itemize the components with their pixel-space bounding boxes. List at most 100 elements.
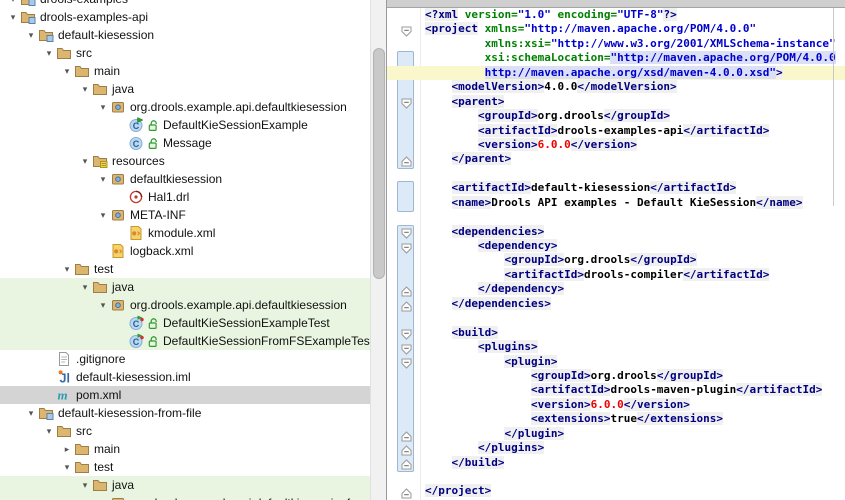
tree-row[interactable]: ▾defaultkiesession — [0, 170, 370, 188]
code-token — [425, 95, 452, 108]
code-token: </name> — [756, 196, 802, 209]
tree-row[interactable]: ▾default-kiesession-from-file — [0, 404, 370, 422]
tree-row[interactable]: CDefaultKieSessionFromFSExampleTest — [0, 332, 370, 350]
code-line: </plugin> — [387, 427, 845, 441]
code-token — [425, 427, 504, 440]
tree-row[interactable]: Jldefault-kiesession.iml — [0, 368, 370, 386]
tree-row[interactable]: Hal1.drl — [0, 188, 370, 206]
code-token: true — [610, 412, 637, 425]
tree-row[interactable]: CDefaultKieSessionExampleTest — [0, 314, 370, 332]
tree-row[interactable]: .gitignore — [0, 350, 370, 368]
code-token: encoding= — [557, 8, 617, 21]
tree-scrollbar-thumb[interactable] — [373, 48, 385, 279]
code-line: <version>6.0.0</version> — [387, 138, 845, 152]
tree-row[interactable]: ▾org.drools.example.api.defaultkiesessio… — [0, 296, 370, 314]
code-line: <artifactId>drools-maven-plugin</artifac… — [387, 383, 845, 397]
chevron-down-icon[interactable]: ▾ — [78, 278, 92, 296]
code-token — [425, 124, 478, 137]
code-line: <plugins> — [387, 340, 845, 354]
tree-row[interactable]: mpom.xml — [0, 386, 370, 404]
tree-row[interactable]: ▾META-INF — [0, 206, 370, 224]
code-token: <extensions> — [531, 412, 610, 425]
tree-row[interactable]: ▾java — [0, 476, 370, 494]
code-token: </build> — [452, 456, 505, 469]
code-token: default-kiesession — [531, 181, 650, 194]
code-token: </version> — [624, 398, 690, 411]
chevron-down-icon[interactable]: ▾ — [78, 80, 92, 98]
code-token: </plugins> — [478, 441, 544, 454]
tree-row[interactable]: ▾ java — [0, 80, 370, 98]
chevron-right-icon[interactable]: ▸ — [60, 440, 74, 458]
svg-text:m: m — [58, 388, 68, 403]
xml-file-icon — [128, 225, 144, 241]
chevron-down-icon[interactable]: ▾ — [42, 422, 56, 440]
tree-row[interactable]: CDefaultKieSessionExample — [0, 116, 370, 134]
code-token — [425, 109, 478, 122]
code-line: <groupId>org.drools</groupId> — [387, 109, 845, 123]
tree-row[interactable]: CMessage — [0, 134, 370, 152]
chevron-down-icon[interactable]: ▾ — [60, 62, 74, 80]
editor-pane[interactable]: <?xml version="1.0" encoding="UTF-8"?><p… — [387, 0, 845, 500]
chevron-down-icon[interactable]: ▾ — [78, 476, 92, 494]
code-token: </dependency> — [478, 282, 564, 295]
code-line: </project> — [387, 484, 845, 498]
code-token: <?xml — [425, 8, 458, 21]
tree-row[interactable]: ▾java — [0, 278, 370, 296]
tree-scrollbar-track[interactable] — [370, 0, 387, 500]
tree-row[interactable]: ▾org.drools.example.api.defaultkiesessio… — [0, 494, 370, 500]
tree-row[interactable]: ▾drools-examples-api — [0, 8, 370, 26]
chevron-down-icon[interactable]: ▾ — [6, 8, 20, 26]
code-token: "http://www.w3.org/2001/XMLSchema-instan… — [551, 37, 836, 50]
chevron-down-icon[interactable]: ▾ — [24, 404, 38, 422]
chevron-down-icon[interactable]: ▾ — [24, 26, 38, 44]
code-token: <name> — [452, 196, 492, 209]
unlocked-lock-icon — [148, 137, 159, 150]
code-area[interactable]: <?xml version="1.0" encoding="UTF-8"?><p… — [387, 8, 845, 499]
chevron-down-icon[interactable]: ▾ — [6, 0, 20, 8]
chevron-down-icon[interactable]: ▾ — [42, 44, 56, 62]
tree-item-label: org.drools.example.api.defaultkiesession — [130, 98, 353, 116]
code-token: <project — [425, 22, 478, 35]
chevron-down-icon[interactable]: ▾ — [96, 170, 110, 188]
code-token — [425, 297, 452, 310]
tree-row[interactable]: ▾default-kiesession — [0, 26, 370, 44]
tree-row[interactable]: logback.xml — [0, 242, 370, 260]
code-token: <dependencies> — [452, 225, 545, 238]
code-line-highlighted: http://maven.apache.org/xsd/maven-4.0.0.… — [387, 66, 845, 80]
tree-row[interactable]: ▾drools-examples — [0, 0, 370, 8]
tree-row[interactable]: ▾resources — [0, 152, 370, 170]
tree-row[interactable]: ▾test — [0, 458, 370, 476]
code-token — [425, 239, 478, 252]
code-token: <artifactId> — [504, 268, 583, 281]
code-token: org.drools — [538, 109, 604, 122]
project-tree-panel[interactable]: ▾drools-examples▾drools-examples-api▾def… — [0, 0, 370, 500]
tree-row[interactable]: ▾main — [0, 62, 370, 80]
tree-item-label: DefaultKieSessionExample — [163, 116, 314, 134]
tree-row[interactable]: ▾src — [0, 44, 370, 62]
tree-row[interactable]: ▾test — [0, 260, 370, 278]
code-token: drools-compiler — [584, 268, 683, 281]
tree-item-label: java — [112, 80, 140, 98]
code-token: org.drools — [564, 253, 630, 266]
editor-tabs-edge — [387, 0, 845, 8]
tree-row[interactable]: ▾ org.drools.example.api.defaultkiesessio… — [0, 98, 370, 116]
chevron-down-icon[interactable]: ▾ — [96, 494, 110, 500]
code-token: <dependency> — [478, 239, 557, 252]
code-line: <artifactId>drools-compiler</artifactId> — [387, 268, 845, 282]
tree-row[interactable]: ▾src — [0, 422, 370, 440]
code-line: <dependency> — [387, 239, 845, 253]
chevron-down-icon[interactable]: ▾ — [96, 206, 110, 224]
chevron-down-icon[interactable]: ▾ — [96, 98, 110, 116]
code-line: <groupId>org.drools</groupId> — [387, 253, 845, 267]
ide-window: ▾drools-examples▾drools-examples-api▾def… — [0, 0, 845, 500]
tree-row[interactable]: ▸main — [0, 440, 370, 458]
code-token — [425, 66, 485, 79]
code-line: <extensions>true</extensions> — [387, 412, 845, 426]
code-line: <modelVersion>4.0.0</modelVersion> — [387, 80, 845, 94]
code-line: </build> — [387, 456, 845, 470]
tree-row[interactable]: kmodule.xml — [0, 224, 370, 242]
chevron-down-icon[interactable]: ▾ — [60, 458, 74, 476]
chevron-down-icon[interactable]: ▾ — [60, 260, 74, 278]
chevron-down-icon[interactable]: ▾ — [78, 152, 92, 170]
chevron-down-icon[interactable]: ▾ — [96, 296, 110, 314]
